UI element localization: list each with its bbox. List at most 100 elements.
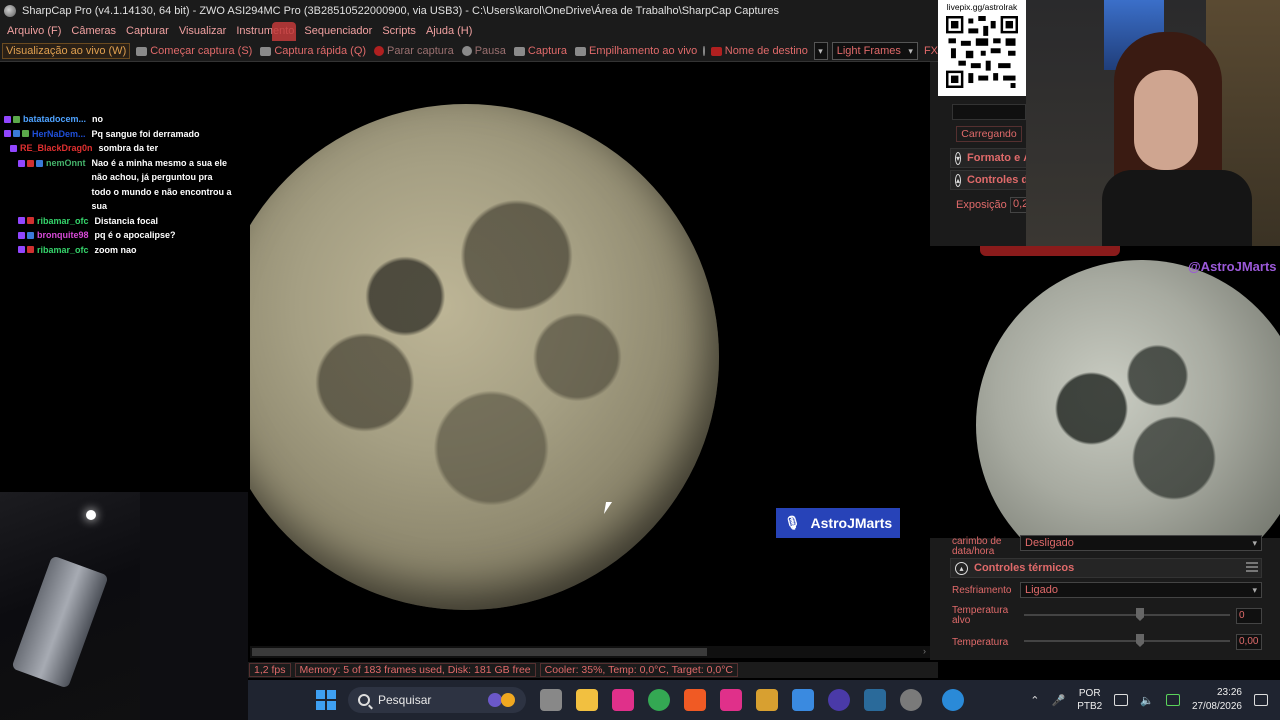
snapshot-button[interactable]: Captura [512, 45, 569, 57]
app-icon[interactable] [756, 689, 778, 711]
taskbar-clock[interactable]: 23:26 27/08/2026 [1192, 686, 1242, 714]
pause-label: Pausa [474, 45, 506, 57]
twitch-icon [18, 217, 25, 225]
volume-icon[interactable]: 🔈 [1140, 694, 1154, 707]
section-format-header[interactable]: ▾ Formato e Á [950, 148, 1030, 168]
target-name-select[interactable]: ▾ [813, 42, 828, 60]
search-placeholder: Pesquisar [378, 693, 432, 707]
webcam-feed [1026, 0, 1280, 246]
microphone-icon[interactable]: 🎤 [1052, 694, 1066, 707]
taskbar-search[interactable]: Pesquisar [348, 687, 526, 713]
cooling-label: Resfriamento [952, 585, 1012, 596]
chat-message: ribamar_ofc zoom nao [4, 243, 244, 258]
target-temp-input[interactable]: 0 [1236, 608, 1262, 624]
hamburger-menu-icon[interactable] [1246, 562, 1258, 572]
app-pink-icon[interactable] [612, 689, 634, 711]
chat-badges [4, 112, 20, 127]
windows-taskbar: Pesquisar ⌃ 🎤 POR PTB2 🔈 23:26 27/08/2026 [248, 680, 1280, 720]
app-pink-icon[interactable] [720, 689, 742, 711]
menu-help[interactable]: Ajuda (H) [421, 25, 477, 37]
chat-text: pq é o apocalipse? [94, 230, 176, 240]
cooling-select[interactable]: Ligado ▾ [1020, 582, 1262, 598]
menu-cameras[interactable]: Câmeras [66, 25, 121, 37]
exposure-label: Exposição [956, 199, 1007, 211]
target-name-button[interactable]: Nome de destino [709, 45, 810, 57]
language-indicator[interactable]: POR PTB2 [1077, 687, 1102, 713]
chevron-down-icon: ▾ [1252, 538, 1257, 548]
twitch-icon [18, 159, 25, 167]
chat-message: HerNaDem... Pq sangue foi derramado [4, 127, 244, 142]
clock-time: 23:26 [1216, 687, 1242, 698]
badge-icon [36, 159, 43, 167]
stellarium-icon[interactable] [828, 689, 850, 711]
stop-capture-button[interactable]: Parar captura [372, 45, 456, 57]
chat-badges [18, 214, 34, 229]
slider-thumb[interactable] [1136, 608, 1144, 621]
scrollbar-thumb[interactable] [252, 648, 707, 656]
target-temp-slider[interactable] [1024, 608, 1230, 622]
streamer-name: AstroJMarts [810, 515, 893, 531]
thermal-controls-header[interactable]: ▴ Controles térmicos [950, 558, 1262, 578]
chat-username: HerNaDem... [32, 128, 86, 139]
twitch-icon [4, 130, 11, 138]
chat-text: sombra da ter [98, 143, 159, 153]
menu-view[interactable]: Visualizar [174, 25, 232, 37]
menu-sequencer[interactable]: Sequenciador [299, 25, 377, 37]
app-icon[interactable] [942, 689, 964, 711]
frame-type-select[interactable]: Light Frames ▾ [831, 42, 918, 60]
photos-icon[interactable] [792, 689, 814, 711]
task-view-icon[interactable] [540, 689, 562, 711]
target-temp-label: Temperatura alvo [952, 605, 1009, 626]
twitch-icon [18, 231, 25, 239]
battery-icon[interactable] [1165, 694, 1180, 706]
chat-text: no [92, 114, 104, 124]
live-view-button[interactable]: Visualização ao vivo (W) [2, 43, 131, 59]
start-capture-button[interactable]: Começar captura (S) [134, 45, 254, 57]
cooler-status: Cooler: 35%, Temp: 0,0°C, Target: 0,0°C [539, 663, 738, 677]
muted-mic-icon: 🎙 [784, 515, 801, 530]
chat-message: RE_BlackDrag0n sombra da ter [4, 141, 244, 156]
panel-input[interactable] [952, 104, 1026, 120]
live-image-viewport[interactable] [250, 62, 930, 658]
menu-file[interactable]: Arquivo (F) [2, 25, 66, 37]
notifications-icon[interactable] [1254, 694, 1268, 706]
menu-capture[interactable]: Capturar [121, 25, 174, 37]
app-icon[interactable] [864, 689, 886, 711]
live-stack-button[interactable]: Empilhamento ao vivo [573, 45, 699, 57]
timestamp-select[interactable]: Desligado ▾ [1020, 535, 1262, 551]
thermal-controls-title: Controles térmicos [974, 562, 1075, 574]
temperature-label: Temperatura [952, 637, 1009, 648]
snapshot-label: Captura [527, 45, 568, 57]
menu-scripts[interactable]: Scripts [377, 25, 421, 37]
live-view-label: Visualização ao vivo (W) [6, 45, 127, 57]
horizontal-scrollbar[interactable]: › [250, 646, 930, 658]
chevron-down-icon: ▾ [955, 151, 962, 165]
file-explorer-icon[interactable] [576, 689, 598, 711]
chat-text: Nao é a minha mesmo a sua ele não achou,… [91, 157, 232, 212]
scroll-right-icon[interactable]: › [923, 646, 926, 656]
status-bar: 1,2 fps Memory: 5 of 183 frames used, Di… [248, 662, 938, 678]
search-icon [358, 694, 370, 706]
chevron-up-icon: ▴ [955, 173, 962, 187]
quick-capture-button[interactable]: Captura rápida (Q) [258, 45, 368, 57]
network-icon[interactable] [1114, 694, 1129, 706]
snapshot-icon [513, 46, 525, 56]
pause-button[interactable]: Pausa [460, 45, 508, 57]
chrome-icon[interactable] [648, 689, 670, 711]
status-dot-icon [703, 46, 705, 56]
pause-icon [461, 46, 472, 56]
capture-toolbar: Visualização ao vivo (W) Começar captura… [0, 41, 940, 62]
chevron-up-icon[interactable]: ⌃ [1030, 694, 1039, 707]
camera-icon [260, 46, 272, 56]
sharpcap-taskbar-icon[interactable] [900, 689, 922, 711]
windows-start-icon[interactable] [316, 690, 336, 710]
badge-icon [27, 231, 34, 239]
stop-capture-label: Parar captura [387, 45, 454, 57]
chat-username: bronquite98 [37, 230, 89, 240]
brave-icon[interactable] [684, 689, 706, 711]
chat-username: RE_BlackDrag0n [20, 143, 93, 153]
moon-preview-feed [930, 246, 1280, 538]
chevron-down-icon: ▾ [818, 46, 823, 56]
section-controls-header[interactable]: ▴ Controles da [950, 170, 1030, 190]
badge-icon [13, 130, 20, 138]
